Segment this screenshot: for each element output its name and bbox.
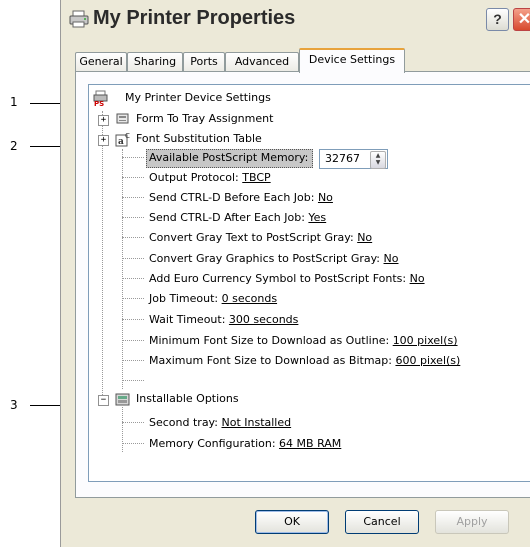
window-title: My Printer Properties <box>93 7 296 29</box>
wait-timeout-setting[interactable]: Wait Timeout: 300 seconds <box>149 311 298 329</box>
tree-line <box>102 111 103 399</box>
available-memory-value[interactable]: 32767 <box>325 151 360 167</box>
second-tray-setting[interactable]: Second tray: Not Installed <box>149 414 291 432</box>
tab-general[interactable]: General <box>75 52 127 71</box>
euro-symbol-value[interactable]: No <box>410 272 425 285</box>
callout-1: 1 <box>10 95 18 109</box>
help-button[interactable]: ? <box>486 8 509 31</box>
output-protocol-value[interactable]: TBCP <box>242 171 270 184</box>
ctrl-d-after-label: Send CTRL-D After Each Job: <box>149 211 305 224</box>
min-font-size-setting[interactable]: Minimum Font Size to Download as Outline… <box>149 332 458 350</box>
tree-item-font-substitution[interactable]: Font Substitution Table <box>136 130 262 148</box>
expand-icon[interactable]: + <box>98 115 109 126</box>
min-font-size-value[interactable]: 100 pixel(s) <box>393 334 458 347</box>
gray-graphics-setting[interactable]: Convert Gray Graphics to PostScript Gray… <box>149 250 399 268</box>
second-tray-value[interactable]: Not Installed <box>221 416 291 429</box>
tab-ports[interactable]: Ports <box>183 52 225 71</box>
available-memory-stepper[interactable]: 32767 ▲ ▼ <box>319 149 388 169</box>
max-font-size-value[interactable]: 600 pixel(s) <box>395 354 460 367</box>
job-timeout-label: Job Timeout: <box>149 292 219 305</box>
tree-root-label[interactable]: My Printer Device Settings <box>125 89 271 107</box>
euro-symbol-setting[interactable]: Add Euro Currency Symbol to PostScript F… <box>149 270 425 288</box>
output-protocol-label: Output Protocol: <box>149 171 239 184</box>
gray-text-value[interactable]: No <box>357 231 372 244</box>
expand-icon[interactable]: + <box>98 135 109 146</box>
callout-2: 2 <box>10 139 18 153</box>
tree-line <box>122 319 144 320</box>
settings-tree[interactable]: PS My Printer Device Settings + Form To … <box>88 84 530 482</box>
available-memory-label[interactable]: Available PostScript Memory: <box>149 149 308 167</box>
tree-item-installable-options[interactable]: Installable Options <box>136 390 239 408</box>
tree-line <box>122 298 144 299</box>
min-font-size-label: Minimum Font Size to Download as Outline… <box>149 334 390 347</box>
svg-text:PS: PS <box>94 100 104 106</box>
svg-text:a: a <box>118 137 124 147</box>
memory-configuration-setting[interactable]: Memory Configuration: 64 MB RAM <box>149 435 341 453</box>
wait-timeout-value[interactable]: 300 seconds <box>229 313 298 326</box>
cancel-button[interactable]: Cancel <box>345 510 419 534</box>
max-font-size-label: Maximum Font Size to Download as Bitmap: <box>149 354 392 367</box>
job-timeout-value[interactable]: 0 seconds <box>222 292 277 305</box>
tree-line <box>122 258 144 259</box>
gray-text-label: Convert Gray Text to PostScript Gray: <box>149 231 354 244</box>
font-icon: a C <box>115 132 130 147</box>
tab-device-settings[interactable]: Device Settings <box>299 48 405 73</box>
tree-item-form-to-tray[interactable]: Form To Tray Assignment <box>136 110 273 128</box>
tab-sharing[interactable]: Sharing <box>127 52 183 71</box>
tree-line <box>122 380 144 381</box>
tree-line <box>122 237 144 238</box>
gray-graphics-label: Convert Gray Graphics to PostScript Gray… <box>149 252 381 265</box>
job-timeout-setting[interactable]: Job Timeout: 0 seconds <box>149 290 277 308</box>
printer-settings-icon: PS <box>93 90 108 106</box>
tree-line <box>122 177 144 178</box>
tray-icon <box>116 113 129 124</box>
ok-button[interactable]: OK <box>255 510 329 534</box>
options-icon <box>115 393 130 406</box>
tree-line <box>122 197 144 198</box>
ctrl-d-before-setting[interactable]: Send CTRL-D Before Each Job: No <box>149 189 333 207</box>
collapse-icon[interactable]: − <box>98 395 109 406</box>
output-protocol-setting[interactable]: Output Protocol: TBCP <box>149 169 271 187</box>
tree-line <box>122 422 144 423</box>
max-font-size-setting[interactable]: Maximum Font Size to Download as Bitmap:… <box>149 352 460 370</box>
tree-line <box>122 217 144 218</box>
tree-line <box>122 340 144 341</box>
tree-line <box>122 360 144 361</box>
stepper-arrows-icon[interactable]: ▲ ▼ <box>370 151 386 169</box>
title-bar: My Printer Properties ? ✕ <box>61 0 530 38</box>
tree-line <box>122 157 144 158</box>
svg-text:C: C <box>125 132 130 140</box>
gray-text-setting[interactable]: Convert Gray Text to PostScript Gray: No <box>149 229 372 247</box>
device-settings-panel: PS My Printer Device Settings + Form To … <box>75 71 530 498</box>
gray-graphics-value[interactable]: No <box>384 252 399 265</box>
ctrl-d-after-value[interactable]: Yes <box>308 211 326 224</box>
ctrl-d-after-setting[interactable]: Send CTRL-D After Each Job: Yes <box>149 209 326 227</box>
tree-line <box>122 443 144 444</box>
tree-line <box>122 149 123 389</box>
wait-timeout-label: Wait Timeout: <box>149 313 226 326</box>
callout-3: 3 <box>10 398 18 412</box>
second-tray-label: Second tray: <box>149 416 218 429</box>
apply-button[interactable]: Apply <box>435 510 509 534</box>
properties-window: My Printer Properties ? ✕ General Sharin… <box>60 0 530 547</box>
memory-configuration-label: Memory Configuration: <box>149 437 276 450</box>
tab-advanced[interactable]: Advanced <box>225 52 299 71</box>
tree-line <box>122 278 144 279</box>
printer-icon <box>69 10 89 28</box>
memory-configuration-value[interactable]: 64 MB RAM <box>279 437 341 450</box>
euro-symbol-label: Add Euro Currency Symbol to PostScript F… <box>149 272 407 285</box>
tree-line <box>122 407 123 452</box>
close-button[interactable]: ✕ <box>513 8 530 31</box>
ctrl-d-before-value[interactable]: No <box>318 191 333 204</box>
ctrl-d-before-label: Send CTRL-D Before Each Job: <box>149 191 315 204</box>
